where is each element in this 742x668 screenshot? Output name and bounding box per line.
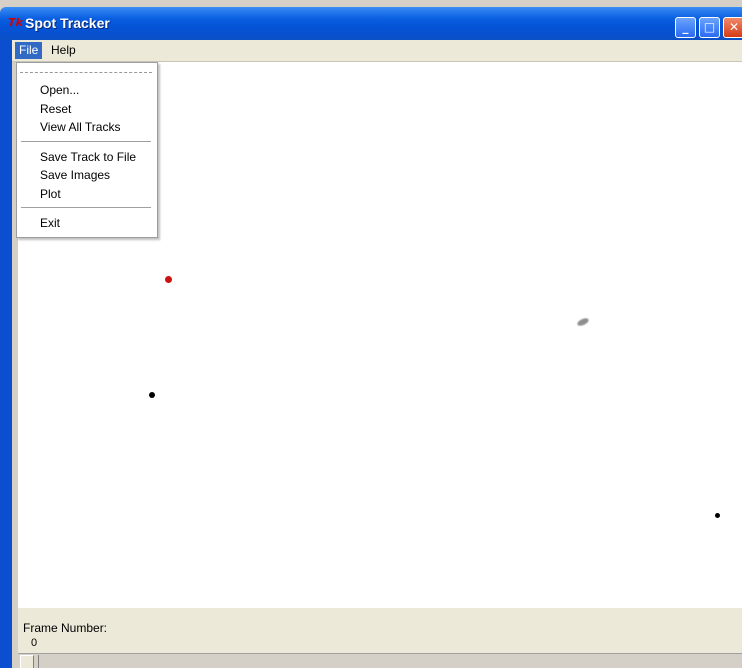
menu-tearoff[interactable]: [20, 72, 152, 73]
window-title: Spot Tracker: [25, 15, 110, 31]
frame-number-label: Frame Number:: [23, 621, 108, 635]
menu-help[interactable]: Help: [47, 42, 80, 59]
menu-separator: [21, 207, 151, 209]
menu-item-view-all-tracks[interactable]: View All Tracks: [40, 119, 120, 136]
maximize-button[interactable]: □: [699, 17, 720, 38]
title-bar[interactable]: Tk Spot Tracker _ □ ✕: [0, 7, 742, 40]
close-button[interactable]: ✕: [723, 17, 742, 38]
frame-slider-track[interactable]: [18, 653, 742, 668]
menu-item-reset[interactable]: Reset: [40, 101, 71, 118]
file-menu-dropdown: Open... Reset View All Tracks Save Track…: [16, 62, 158, 238]
spot[interactable]: [715, 513, 720, 518]
tracked-spot[interactable]: [165, 276, 172, 283]
menu-separator: [21, 141, 151, 143]
frame-number-value: 0: [31, 637, 38, 649]
menu-item-save-images[interactable]: Save Images: [40, 167, 110, 184]
tk-feather-icon: Tk: [8, 16, 23, 29]
minimize-icon: _: [682, 20, 689, 34]
menu-file[interactable]: File: [15, 42, 43, 59]
frame-panel: Frame Number: 0: [18, 608, 742, 668]
window-frame-left: [0, 40, 12, 668]
menu-item-save-track[interactable]: Save Track to File: [40, 149, 136, 166]
spot-blur[interactable]: [576, 316, 590, 328]
app-window: Tk Spot Tracker _ □ ✕ File Help Frame Nu…: [0, 0, 742, 668]
menubar: File Help: [12, 40, 742, 62]
minimize-button[interactable]: _: [675, 17, 696, 38]
maximize-icon: □: [703, 20, 716, 34]
menu-item-plot[interactable]: Plot: [40, 186, 61, 203]
close-icon: ✕: [728, 20, 740, 34]
spot[interactable]: [149, 392, 155, 398]
frame-slider-handle[interactable]: [20, 655, 39, 668]
menu-item-open[interactable]: Open...: [40, 82, 79, 99]
menu-item-exit[interactable]: Exit: [40, 215, 60, 232]
